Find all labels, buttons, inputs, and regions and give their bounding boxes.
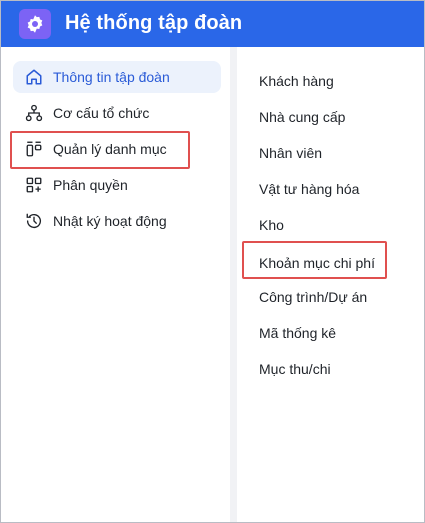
catalog-icon (23, 138, 45, 160)
catalog-item-materials-goods[interactable]: Vật tư hàng hóa (259, 181, 359, 197)
sidebar-item-group-info[interactable]: Thông tin tập đoàn (13, 61, 221, 93)
sidebar-item-label: Nhật ký hoạt động (53, 213, 167, 229)
catalog-item-income-expense[interactable]: Mục thu/chi (259, 361, 331, 377)
history-icon (23, 210, 45, 232)
catalog-item-statistics-code[interactable]: Mã thống kê (259, 325, 336, 341)
catalog-item-warehouse[interactable]: Kho (259, 217, 284, 233)
catalog-item-customers[interactable]: Khách hàng (259, 73, 334, 89)
sidebar-item-catalog-management[interactable]: Quản lý danh mục (13, 133, 221, 165)
sidebar-item-label: Phân quyền (53, 177, 128, 193)
home-icon (23, 66, 45, 88)
catalog-list-panel: Khách hàng Nhà cung cấp Nhân viên Vật tư… (237, 47, 424, 522)
app-window: Hệ thống tập đoàn Thông tin tập đoàn Cơ … (0, 0, 425, 523)
catalog-item-suppliers[interactable]: Nhà cung cấp (259, 109, 345, 125)
catalog-item-employees[interactable]: Nhân viên (259, 145, 322, 161)
sidebar: Thông tin tập đoàn Cơ cấu tổ chức Quản l… (1, 47, 230, 522)
catalog-item-expense-items[interactable]: Khoản mục chi phí (259, 255, 375, 271)
permissions-icon (23, 174, 45, 196)
sidebar-item-label: Quản lý danh mục (53, 141, 167, 157)
catalog-item-projects[interactable]: Công trình/Dự án (259, 289, 367, 305)
app-header: Hệ thống tập đoàn (1, 1, 424, 47)
sidebar-item-permissions[interactable]: Phân quyền (13, 169, 221, 201)
gear-icon (19, 9, 51, 39)
sidebar-item-activity-log[interactable]: Nhật ký hoạt động (13, 205, 221, 237)
sidebar-item-org-structure[interactable]: Cơ cấu tổ chức (13, 97, 221, 129)
sidebar-item-label: Cơ cấu tổ chức (53, 105, 150, 121)
org-chart-icon (23, 102, 45, 124)
app-title: Hệ thống tập đoàn (65, 12, 243, 34)
sidebar-item-label: Thông tin tập đoàn (53, 69, 170, 85)
